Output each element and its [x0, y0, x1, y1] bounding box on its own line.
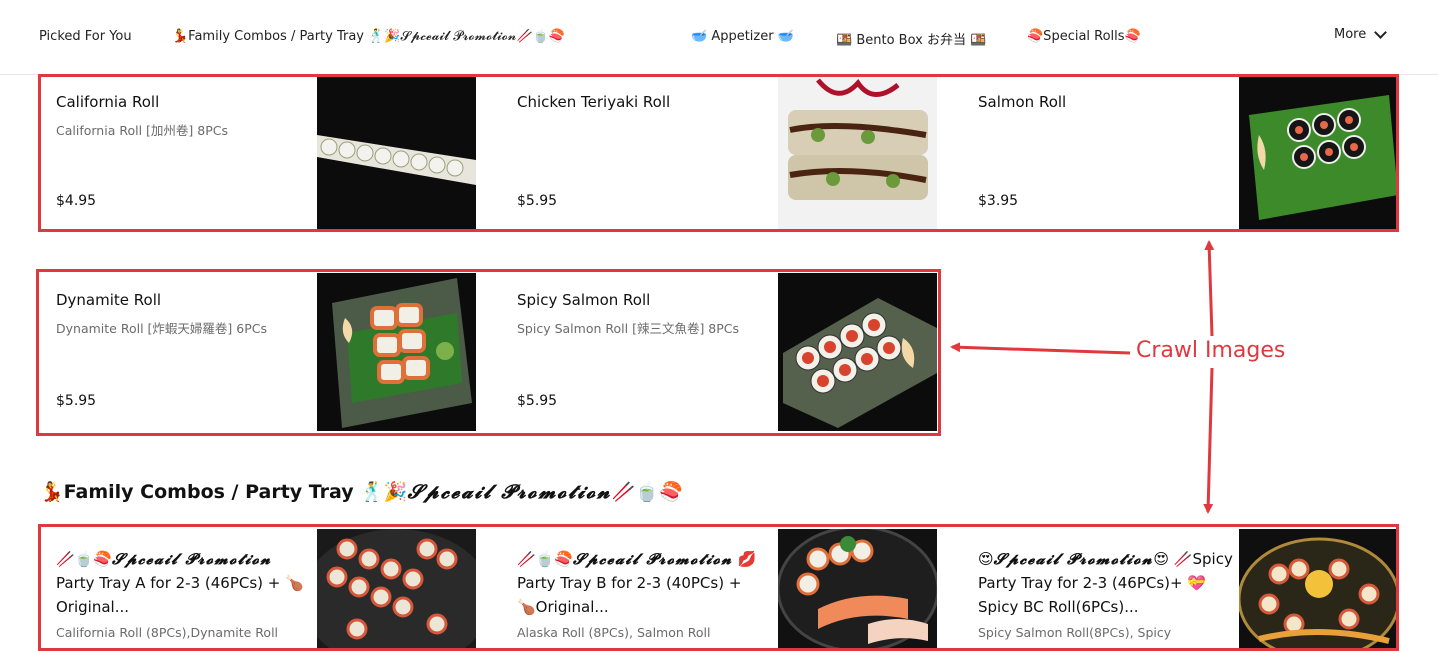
item-name-emoji: 🥢🍵🍣 — [56, 550, 113, 568]
item-name: 😍𝓢𝓹𝓬𝓮𝓪𝓲𝓵 𝓟𝓻𝓸𝓶𝓸𝓽𝓲𝓸𝓷😍 🥢Spicy Party Tray fo… — [978, 547, 1233, 619]
item-description: Dynamite Roll [炸蝦天婦羅卷] 6PCs — [56, 321, 267, 336]
item-name: 🥢🍵🍣𝓢𝓹𝓬𝓮𝓪𝓲𝓵 𝓟𝓻𝓸𝓶𝓸𝓽𝓲𝓸𝓷 Party Tray A for 2-… — [56, 547, 306, 619]
item-description: California Roll [加州卷] 8PCs — [56, 123, 228, 138]
nav-bento-box[interactable]: 🍱 Bento Box お弁当 🍱 — [836, 29, 986, 48]
item-name: Spicy Salmon Roll — [517, 291, 651, 309]
item-photo — [1239, 75, 1398, 231]
item-name: Chicken Teriyaki Roll — [517, 93, 671, 111]
item-name-script: 𝓢𝓹𝓬𝓮𝓪𝓲𝓵 𝓟𝓻𝓸𝓶𝓸𝓽𝓲𝓸𝓷 — [573, 550, 733, 568]
more-label: More — [1334, 27, 1367, 42]
item-description: California Roll (8PCs),Dynamite Roll — [56, 625, 279, 640]
section-title-suffix: 🥢🍵🍣 — [611, 481, 683, 503]
item-name-emoji: 🥢🍵🍣 — [517, 550, 574, 568]
item-photo — [1239, 529, 1398, 651]
menu-item-card[interactable]: Salmon Roll $3.95 — [962, 75, 1398, 231]
item-description: Alaska Roll (8PCs), Salmon Roll — [517, 625, 711, 640]
crawl-images-annotation: Crawl Images — [1136, 338, 1286, 363]
menu-item-card[interactable]: California Roll California Roll [加州卷] 8P… — [40, 75, 476, 231]
item-photo — [317, 529, 476, 651]
item-price: $5.95 — [517, 393, 558, 409]
menu-item-card[interactable]: Chicken Teriyaki Roll $5.95 — [501, 75, 937, 231]
nav-family-combos[interactable]: 💃Family Combos / Party Tray 🕺🎉𝓢𝓹𝓬𝓮𝓪𝓲𝓵 𝓟𝓻… — [172, 29, 565, 44]
item-name-script: 𝓢𝓹𝓬𝓮𝓪𝓲𝓵 𝓟𝓻𝓸𝓶𝓸𝓽𝓲𝓸𝓷 — [993, 550, 1154, 568]
item-name-emoji: 😍 — [978, 550, 994, 568]
section-title-prefix: 💃Family Combos / Party Tray 🕺🎉 — [40, 481, 408, 503]
item-price: $5.95 — [56, 393, 97, 409]
item-photo — [778, 75, 937, 231]
item-photo — [778, 273, 937, 431]
menu-item-card[interactable]: Dynamite Roll Dynamite Roll [炸蝦天婦羅卷] 6PC… — [40, 273, 476, 431]
item-name-rest: Party Tray A for 2-3 (46PCs) + 🍗Original… — [56, 574, 304, 616]
item-name-script: 𝓢𝓹𝓬𝓮𝓪𝓲𝓵 𝓟𝓻𝓸𝓶𝓸𝓽𝓲𝓸𝓷 — [112, 550, 272, 568]
nav-picked-for-you[interactable]: Picked For You — [39, 29, 132, 44]
menu-item-card[interactable]: 🥢🍵🍣𝓢𝓹𝓬𝓮𝓪𝓲𝓵 𝓟𝓻𝓸𝓶𝓸𝓽𝓲𝓸𝓷 💋Party Tray B for 2… — [501, 529, 937, 651]
item-price: $5.95 — [517, 193, 558, 209]
chevron-down-icon — [1374, 26, 1388, 39]
nav-appetizer[interactable]: 🥣 Appetizer 🥣 — [691, 29, 794, 44]
item-price: $3.95 — [978, 193, 1019, 209]
more-menu-button[interactable]: More — [1334, 26, 1388, 42]
item-photo — [317, 273, 476, 431]
item-price: $4.95 — [56, 193, 97, 209]
item-name: Salmon Roll — [978, 93, 1067, 111]
category-nav: Picked For You 💃Family Combos / Party Tr… — [0, 0, 1438, 75]
menu-item-card[interactable]: 🥢🍵🍣𝓢𝓹𝓬𝓮𝓪𝓲𝓵 𝓟𝓻𝓸𝓶𝓸𝓽𝓲𝓸𝓷 Party Tray A for 2-… — [40, 529, 476, 651]
section-title-script: 𝓢𝓹𝓬𝓮𝓪𝓲𝓵 𝓟𝓻𝓸𝓶𝓸𝓽𝓲𝓸𝓷 — [407, 481, 612, 503]
item-name: 🥢🍵🍣𝓢𝓹𝓬𝓮𝓪𝓲𝓵 𝓟𝓻𝓸𝓶𝓸𝓽𝓲𝓸𝓷 💋Party Tray B for 2… — [517, 547, 757, 619]
menu-item-card[interactable]: 😍𝓢𝓹𝓬𝓮𝓪𝓲𝓵 𝓟𝓻𝓸𝓶𝓸𝓽𝓲𝓸𝓷😍 🥢Spicy Party Tray fo… — [962, 529, 1398, 651]
nav-special-rolls[interactable]: 🍣Special Rolls🍣 — [1027, 29, 1141, 44]
item-name: California Roll — [56, 93, 160, 111]
item-photo — [317, 75, 476, 231]
menu-item-card[interactable]: Spicy Salmon Roll Spicy Salmon Roll [辣三文… — [501, 273, 937, 431]
item-description: Spicy Salmon Roll(8PCs), Spicy — [978, 625, 1172, 640]
item-name: Dynamite Roll — [56, 291, 162, 309]
item-photo — [778, 529, 937, 651]
section-title-family-combos: 💃Family Combos / Party Tray 🕺🎉𝓢𝓹𝓬𝓮𝓪𝓲𝓵 𝓟𝓻… — [40, 480, 683, 503]
item-description: Spicy Salmon Roll [辣三文魚卷] 8PCs — [517, 321, 740, 336]
